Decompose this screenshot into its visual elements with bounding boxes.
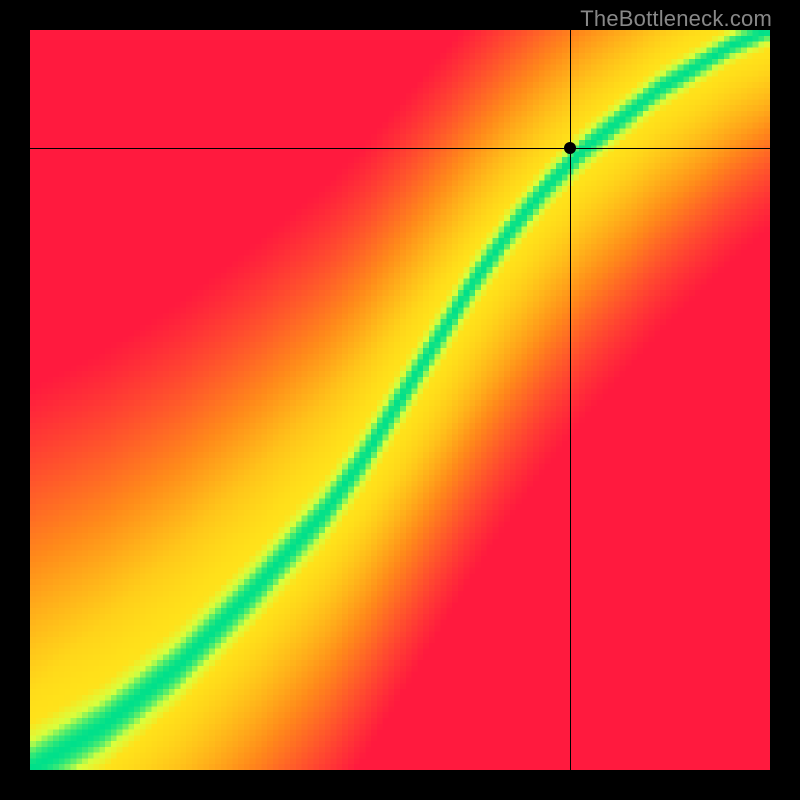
watermark-text: TheBottleneck.com bbox=[580, 6, 772, 32]
chart-container: TheBottleneck.com bbox=[0, 0, 800, 800]
crosshair-vertical bbox=[570, 30, 571, 770]
heatmap-canvas bbox=[30, 30, 770, 770]
crosshair-horizontal bbox=[30, 148, 770, 149]
marker-dot bbox=[564, 142, 576, 154]
heatmap-plot-area bbox=[30, 30, 770, 770]
